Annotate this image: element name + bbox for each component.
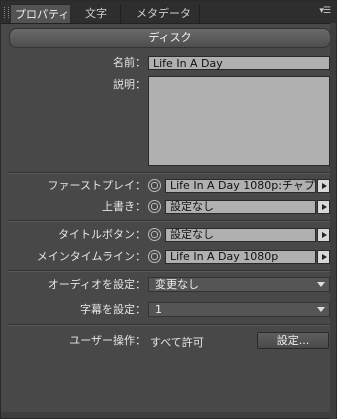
tab-bar: プロパティ× 文字 メタデータ ▾☰ (1, 1, 336, 40)
first-play-value[interactable]: Life In A Day 1080p:チャプ... (165, 179, 316, 193)
tab-label: 文字 (85, 7, 107, 20)
subtitle-select-value: 1 (155, 303, 162, 316)
tab-metadata[interactable]: メタデータ (122, 4, 200, 23)
name-field[interactable]: Life In A Day (148, 56, 330, 70)
title-button-value[interactable]: 設定なし (165, 228, 316, 242)
tab-character[interactable]: 文字 (73, 4, 121, 23)
panel-grip-icon[interactable] (4, 7, 9, 18)
pickwhip-icon[interactable] (148, 250, 161, 263)
override-value[interactable]: 設定なし (165, 200, 316, 214)
main-timeline-picker: Life In A Day 1080p (148, 250, 330, 264)
arrow-right-icon[interactable] (317, 250, 330, 264)
audio-select-value: 変更なし (155, 278, 199, 291)
divider (8, 324, 331, 326)
panel-menu-icon[interactable]: ▾☰ (319, 6, 331, 16)
user-operations-label: ユーザー操作： (69, 334, 146, 347)
subtitle-label: 字幕を設定： (80, 303, 146, 316)
name-label: 名前： (113, 56, 146, 69)
vertical-scrollbar[interactable] (330, 23, 336, 419)
pickwhip-icon[interactable] (148, 228, 161, 241)
pickwhip-icon[interactable] (148, 200, 161, 213)
title-button-label: タイトルボタン： (58, 228, 146, 241)
audio-select[interactable]: 変更なし (148, 277, 330, 292)
settings-button[interactable]: 設定... (257, 332, 329, 349)
horizontal-scrollbar[interactable] (1, 412, 336, 418)
main-timeline-label: メインタイムライン： (36, 250, 146, 263)
audio-label: オーディオを設定： (47, 278, 146, 291)
first-play-picker: Life In A Day 1080p:チャプ... (148, 179, 330, 193)
section-title: ディスク (148, 31, 192, 44)
chevron-down-icon (317, 282, 325, 287)
arrow-right-icon[interactable] (317, 200, 330, 214)
divider (8, 220, 331, 222)
properties-panel: プロパティ× 文字 メタデータ ▾☰ ディスク 名前： Life In A Da… (0, 0, 337, 419)
override-picker: 設定なし (148, 200, 330, 214)
pickwhip-icon[interactable] (148, 179, 161, 192)
first-play-label: ファーストプレイ： (47, 179, 146, 192)
chevron-down-icon (317, 307, 325, 312)
section-header: ディスク (9, 28, 331, 48)
override-label: 上書き： (102, 200, 146, 213)
title-button-picker: 設定なし (148, 228, 330, 242)
main-timeline-value[interactable]: Life In A Day 1080p (165, 250, 316, 264)
arrow-right-icon[interactable] (317, 179, 330, 193)
description-field[interactable] (148, 76, 330, 166)
divider (8, 172, 331, 174)
arrow-right-icon[interactable] (317, 228, 330, 242)
user-operations-value: すべて許可 (150, 336, 204, 349)
tab-properties[interactable]: プロパティ× (10, 4, 71, 40)
tab-label: メタデータ (136, 7, 191, 20)
tab-label: プロパティ (15, 8, 70, 21)
subtitle-select[interactable]: 1 (148, 302, 330, 317)
divider (8, 270, 331, 272)
description-label: 説明： (113, 78, 146, 91)
